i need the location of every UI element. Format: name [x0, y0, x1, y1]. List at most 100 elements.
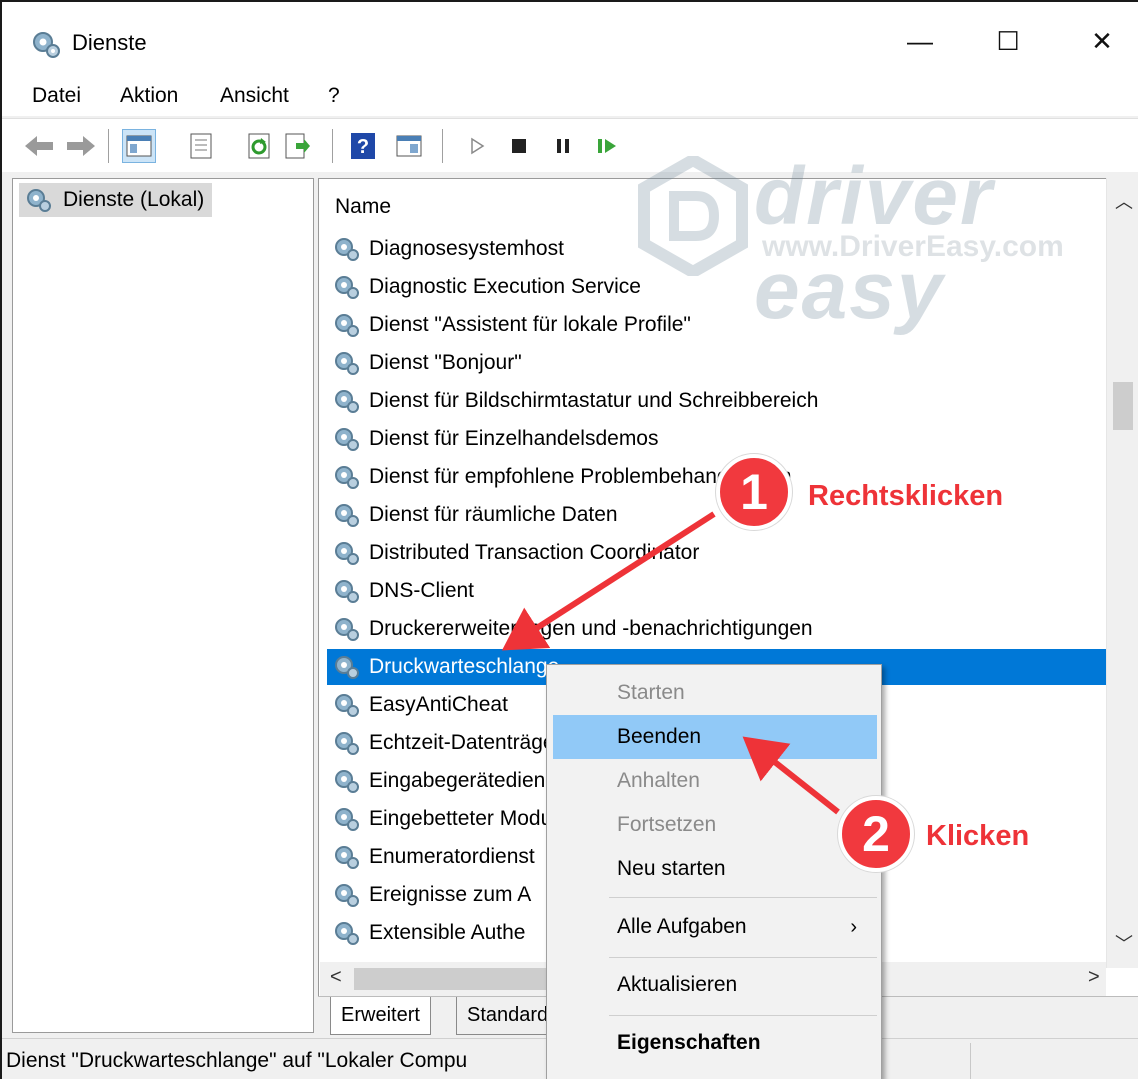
window-title: Dienste: [72, 30, 147, 55]
service-name: Dienst für Einzelhandelsdemos: [369, 427, 659, 450]
svg-text:?: ?: [357, 136, 369, 158]
scroll-thumb-horizontal[interactable]: [354, 968, 554, 990]
service-gear-icon: [335, 542, 359, 565]
service-name: Dienst für räumliche Daten: [369, 503, 618, 526]
properties-page-icon[interactable]: [184, 129, 218, 163]
scroll-down-icon[interactable]: ﹀: [1115, 930, 1133, 956]
service-gear-icon: [335, 732, 359, 755]
forward-arrow-icon[interactable]: [64, 129, 98, 163]
ctx-fortsetzen[interactable]: Fortsetzen: [553, 803, 877, 847]
tab-standard[interactable]: Standard: [456, 997, 560, 1035]
service-gear-icon: [335, 770, 359, 793]
stop-service-icon[interactable]: [502, 129, 536, 163]
context-menu: Starten Beenden Anhalten Fortsetzen Neu …: [546, 664, 882, 1079]
status-text: Dienst "Druckwarteschlange" auf "Lokaler…: [6, 1049, 468, 1072]
table-row[interactable]: Dienst für Bildschirmtastatur und Schrei…: [327, 383, 1111, 419]
ctx-separator: [609, 1015, 877, 1016]
service-gear-icon: [335, 846, 359, 869]
service-gear-icon: [335, 466, 359, 489]
toolbar-separator: [332, 129, 333, 163]
scroll-up-icon[interactable]: ︿: [1115, 188, 1133, 214]
services-window: Dienste — ☐ ✕ Datei Aktion Ansicht ? ? D…: [0, 0, 1138, 1079]
close-button[interactable]: ✕: [1072, 16, 1132, 66]
restart-service-icon[interactable]: [590, 129, 624, 163]
service-name: EasyAntiCheat: [369, 693, 508, 716]
tree-item-label: Dienste (Lokal): [63, 188, 205, 211]
ctx-separator: [609, 897, 877, 898]
ctx-beenden[interactable]: Beenden: [553, 715, 877, 759]
refresh-icon[interactable]: [242, 129, 276, 163]
status-separator: [970, 1043, 971, 1079]
ctx-eigenschaften[interactable]: Eigenschaften: [553, 1021, 877, 1065]
vertical-scrollbar[interactable]: ︿ ﹀: [1106, 178, 1138, 968]
service-gear-icon: [335, 504, 359, 527]
ctx-separator: [609, 957, 877, 958]
pause-service-icon[interactable]: [546, 129, 580, 163]
submenu-chevron-icon: ›: [850, 916, 857, 938]
console-view-icon[interactable]: [392, 129, 426, 163]
table-row[interactable]: Diagnostic Execution Service: [327, 269, 1111, 305]
table-row[interactable]: Dienst "Bonjour": [327, 345, 1111, 381]
tab-erweitert[interactable]: Erweitert: [330, 997, 431, 1035]
service-gear-icon: [335, 428, 359, 451]
service-gear-icon: [335, 580, 359, 603]
service-name: Diagnosesystemhost: [369, 237, 564, 260]
ctx-alle-aufgaben-label: Alle Aufgaben: [617, 915, 747, 938]
service-name: Dienst für Bildschirmtastatur und Schrei…: [369, 389, 819, 412]
service-name: Enumeratordienst: [369, 845, 535, 868]
table-row[interactable]: Dienst "Assistent für lokale Profile": [327, 307, 1111, 343]
toolbar-separator: [442, 129, 443, 163]
table-row[interactable]: Distributed Transaction Coordinator: [327, 535, 1111, 571]
back-arrow-icon[interactable]: [22, 129, 56, 163]
service-gear-icon: [335, 314, 359, 337]
service-gear-icon: [335, 390, 359, 413]
step-2-badge: 2: [838, 796, 914, 872]
menu-aktion[interactable]: Aktion: [120, 84, 178, 108]
menu-bar: Datei Aktion Ansicht ?: [2, 82, 1138, 116]
services-gear-icon: [33, 32, 60, 58]
services-gear-icon: [27, 189, 51, 212]
menu-ansicht[interactable]: Ansicht: [220, 84, 289, 108]
service-gear-icon: [335, 808, 359, 831]
service-name: Diagnostic Execution Service: [369, 275, 641, 298]
service-gear-icon: [335, 922, 359, 945]
toolbar: ?: [2, 118, 1138, 172]
ctx-neu-starten[interactable]: Neu starten: [553, 847, 877, 891]
maximize-button[interactable]: ☐: [978, 16, 1038, 66]
help-icon[interactable]: ?: [346, 129, 380, 163]
table-row[interactable]: DNS-Client: [327, 573, 1111, 609]
toolbar-separator: [108, 129, 109, 163]
service-name: Distributed Transaction Coordinator: [369, 541, 700, 564]
scroll-right-icon[interactable]: >: [1088, 966, 1100, 989]
column-header-name[interactable]: Name: [335, 195, 391, 219]
export-list-icon[interactable]: [280, 129, 314, 163]
tree-item-dienste-lokal[interactable]: Dienste (Lokal): [19, 183, 213, 217]
scroll-thumb[interactable]: [1113, 382, 1133, 430]
table-row[interactable]: Dienst für Einzelhandelsdemos: [327, 421, 1111, 457]
menu-datei[interactable]: Datei: [32, 84, 81, 108]
table-row[interactable]: Druckererweiterungen und -benachrichtigu…: [327, 611, 1111, 647]
step-2-label: Klicken: [926, 820, 1030, 852]
service-gear-icon: [335, 276, 359, 299]
service-name: Dienst "Assistent für lokale Profile": [369, 313, 691, 336]
ctx-anhalten[interactable]: Anhalten: [553, 759, 877, 803]
service-name: Extensible Authe: [369, 921, 526, 944]
service-gear-icon: [335, 656, 359, 679]
step-1-badge: 1: [716, 454, 792, 530]
ctx-aktualisieren[interactable]: Aktualisieren: [553, 963, 877, 1007]
ctx-starten[interactable]: Starten: [553, 671, 877, 715]
minimize-button[interactable]: —: [890, 16, 950, 66]
service-name: DNS-Client: [369, 579, 475, 602]
service-name: Echtzeit-Datenträger: [369, 731, 562, 754]
scroll-left-icon[interactable]: <: [330, 966, 342, 989]
start-service-icon[interactable]: [460, 129, 494, 163]
service-gear-icon: [335, 884, 359, 907]
service-name: Eingebetteter Modus: [369, 807, 563, 830]
menu-help[interactable]: ?: [328, 84, 340, 108]
ctx-alle-aufgaben[interactable]: Alle Aufgaben ›: [553, 905, 877, 949]
console-tree-icon[interactable]: [122, 129, 156, 163]
title-bar: Dienste — ☐ ✕: [2, 2, 1138, 82]
table-row[interactable]: Diagnosesystemhost: [327, 231, 1111, 267]
service-name: Ereignisse zum A: [369, 883, 532, 906]
step-1-label: Rechtsklicken: [808, 480, 1004, 512]
